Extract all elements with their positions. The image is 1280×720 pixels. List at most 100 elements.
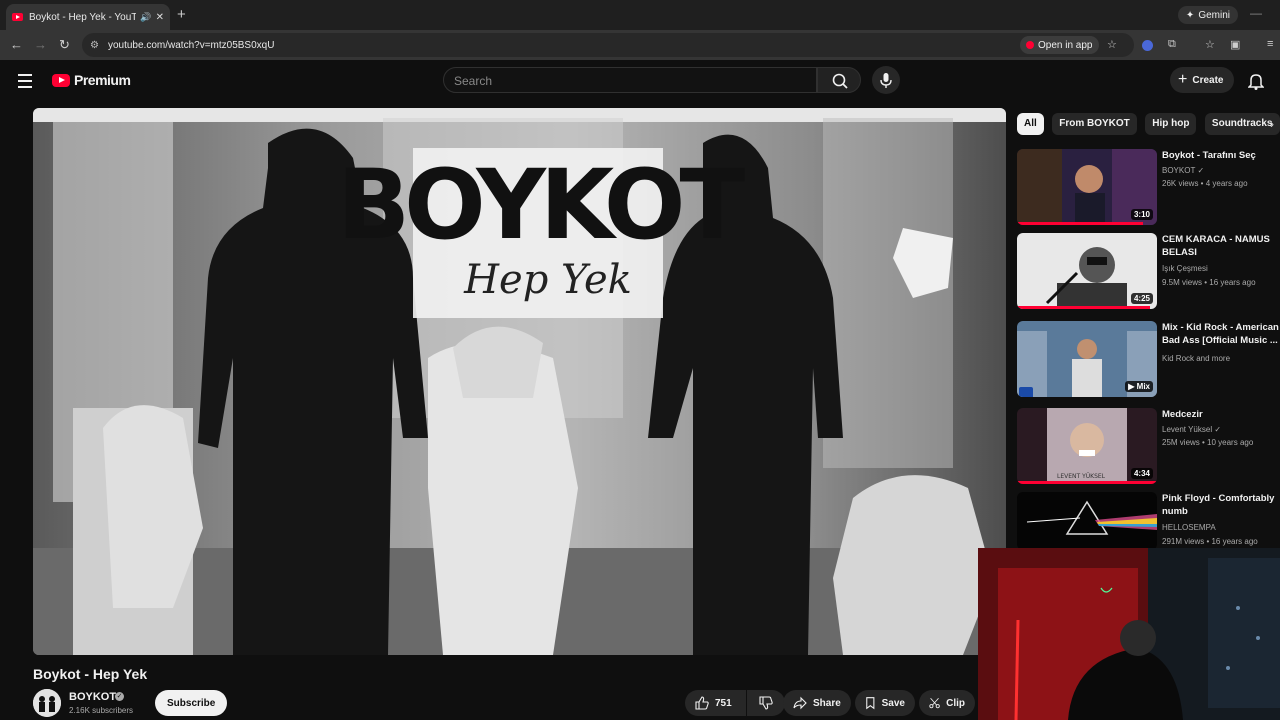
extensions-puzzle-icon[interactable]: ⧉ <box>1168 38 1176 51</box>
menu-icon[interactable] <box>18 74 32 92</box>
verified-check-icon: ✓ <box>1214 425 1222 434</box>
channel-avatar[interactable] <box>33 689 61 717</box>
create-label: Create <box>1192 74 1224 86</box>
reading-list-icon[interactable]: ≡ <box>1267 38 1273 50</box>
filter-chips: All From BOYKOT Hip hop Soundtracks <box>1017 113 1280 135</box>
rec-channel: BOYKOT ✓ <box>1162 166 1204 175</box>
list-item[interactable]: LEVENT YÜKSEL 4:34 Medcezir Levent Yükse… <box>1017 408 1280 488</box>
like-count: 751 <box>715 697 732 709</box>
scissors-icon <box>929 697 940 709</box>
new-tab-icon[interactable]: + <box>177 6 186 23</box>
video-overlay-title: BOYKOT <box>337 149 745 261</box>
video-thumbnail[interactable] <box>1017 492 1157 550</box>
clip-button[interactable]: Clip <box>919 690 975 716</box>
rec-title[interactable]: Pink Floyd - Comfortably numb <box>1162 492 1280 518</box>
rec-title[interactable]: Medcezir <box>1162 408 1280 421</box>
reload-icon[interactable]: ↻ <box>59 37 70 53</box>
url-text: youtube.com/watch?v=mtz05BS0xqU <box>107 39 275 51</box>
channel-row: BOYKOT ✓ 2.16K subscribers Subscribe 751… <box>33 688 1006 718</box>
share-button[interactable]: Share <box>783 690 851 716</box>
browser-toolbar: ← → ↻ ⚙ youtube.com/watch?v=mtz05BS0xqU … <box>0 30 1280 60</box>
create-button[interactable]: + Create <box>1170 67 1235 93</box>
video-thumbnail[interactable]: 4:25 <box>1017 233 1157 309</box>
chip-soundtracks[interactable]: Soundtracks <box>1204 113 1280 135</box>
subscribe-button[interactable]: Subscribe <box>155 690 228 716</box>
rec-title[interactable]: Mix - Kid Rock - American Bad Ass [Offic… <box>1162 321 1280 347</box>
dislike-button[interactable] <box>747 690 785 716</box>
rec-channel: Işık Çeşmesi <box>1162 264 1208 273</box>
rec-channel-name: Levent Yüksel <box>1162 425 1213 434</box>
bookmark-star-icon[interactable]: ☆ <box>1107 38 1117 51</box>
youtube-play-icon <box>52 73 70 87</box>
minimize-icon[interactable]: — <box>1250 6 1262 20</box>
thumb-text: LEVENT YÜKSEL <box>1057 473 1106 480</box>
rec-title[interactable]: CEM KARACA - NAMUS BELASI <box>1162 233 1280 259</box>
chip-hip-hop[interactable]: Hip hop <box>1145 113 1197 135</box>
close-tab-icon[interactable]: ✕ <box>156 12 164 23</box>
video-thumbnail[interactable]: ▶ Mix <box>1017 321 1157 397</box>
chip-from-channel[interactable]: From BOYKOT <box>1052 113 1137 135</box>
rec-meta: 291M views • 16 years ago <box>1162 537 1258 546</box>
watch-progress-bar <box>1017 481 1157 484</box>
chevron-right-icon[interactable]: › <box>1270 117 1274 131</box>
rec-channel-name: BOYKOT <box>1162 166 1196 175</box>
webcam-overlay <box>978 548 1280 720</box>
search-input[interactable]: Search <box>443 67 817 93</box>
list-item[interactable]: 3:10 Boykot - Tarafını Seç BOYKOT ✓ 26K … <box>1017 149 1280 229</box>
duration-badge: 3:10 <box>1130 209 1153 220</box>
tab-title: Boykot - Hep Yek - YouTube <box>29 11 137 23</box>
watch-progress-bar <box>1017 306 1150 309</box>
site-info-icon[interactable]: ⚙ <box>90 40 99 51</box>
video-player[interactable]: BOYKOT Hep Yek <box>33 108 1006 655</box>
extension-icon[interactable] <box>1142 40 1153 51</box>
side-panel-icon[interactable]: ▣ <box>1230 38 1240 51</box>
video-overlay-subtitle: Hep Yek <box>463 257 632 303</box>
gemini-button[interactable]: ✦ Gemini <box>1177 6 1238 24</box>
speaker-icon[interactable]: 🔊 <box>140 12 151 23</box>
rec-channel: Levent Yüksel ✓ <box>1162 425 1221 434</box>
channel-name[interactable]: BOYKOT <box>69 691 116 703</box>
rec-title[interactable]: Boykot - Tarafını Seç <box>1162 149 1280 162</box>
browser-tab-strip: Boykot - Hep Yek - YouTube 🔊 ✕ + ✦Gemini… <box>0 0 1280 30</box>
search-icon <box>832 73 848 89</box>
like-button[interactable]: 751 <box>685 690 746 716</box>
youtube-header: Premium Search + Create <box>0 60 1280 104</box>
open-in-app-label: Open in app <box>1038 39 1093 51</box>
rec-channel: HELLOSEMPA <box>1162 523 1216 532</box>
youtube-app-icon <box>1026 41 1034 49</box>
address-bar[interactable]: ⚙ youtube.com/watch?v=mtz05BS0xqU <box>82 33 1134 57</box>
video-frame: BOYKOT Hep Yek <box>33 108 1006 655</box>
voice-search-button[interactable] <box>872 66 900 94</box>
youtube-favicon-icon <box>12 13 23 21</box>
rec-channel: Kid Rock and more <box>1162 354 1231 363</box>
list-item[interactable]: 4:25 CEM KARACA - NAMUS BELASI Işık Çeşm… <box>1017 233 1280 313</box>
search-button[interactable] <box>817 67 861 93</box>
rec-meta: 26K views • 4 years ago <box>1162 179 1248 188</box>
save-label: Save <box>881 697 905 709</box>
rec-meta: 9.5M views • 16 years ago <box>1162 278 1256 287</box>
thumbs-down-icon <box>759 696 773 710</box>
rec-meta: 25M views • 10 years ago <box>1162 438 1254 447</box>
video-thumbnail[interactable]: LEVENT YÜKSEL 4:34 <box>1017 408 1157 484</box>
youtube-logo[interactable]: Premium <box>52 72 131 88</box>
browser-tab[interactable]: Boykot - Hep Yek - YouTube 🔊 ✕ <box>6 4 170 30</box>
video-thumbnail[interactable]: 3:10 <box>1017 149 1157 225</box>
back-icon[interactable]: ← <box>10 37 23 52</box>
open-in-app-button[interactable]: Open in app <box>1020 36 1099 54</box>
verified-check-icon: ✓ <box>115 692 124 701</box>
bookmarks-icon[interactable]: ☆ <box>1205 38 1215 51</box>
mix-icon: ▶ <box>1128 382 1137 391</box>
mix-label: Mix <box>1136 382 1150 391</box>
list-item[interactable]: ▶ Mix Mix - Kid Rock - American Bad Ass … <box>1017 321 1280 401</box>
duration-badge: 4:34 <box>1130 468 1153 479</box>
bell-icon <box>1247 74 1265 90</box>
share-label: Share <box>813 697 841 709</box>
chip-all[interactable]: All <box>1017 113 1044 135</box>
share-icon <box>793 696 807 710</box>
subscriber-count: 2.16K subscribers <box>69 706 134 715</box>
notifications-button[interactable] <box>1247 72 1265 95</box>
save-button[interactable]: Save <box>855 690 915 716</box>
plus-icon: + <box>1178 71 1188 88</box>
forward-icon[interactable]: → <box>34 37 47 52</box>
watch-progress-bar <box>1017 222 1143 225</box>
